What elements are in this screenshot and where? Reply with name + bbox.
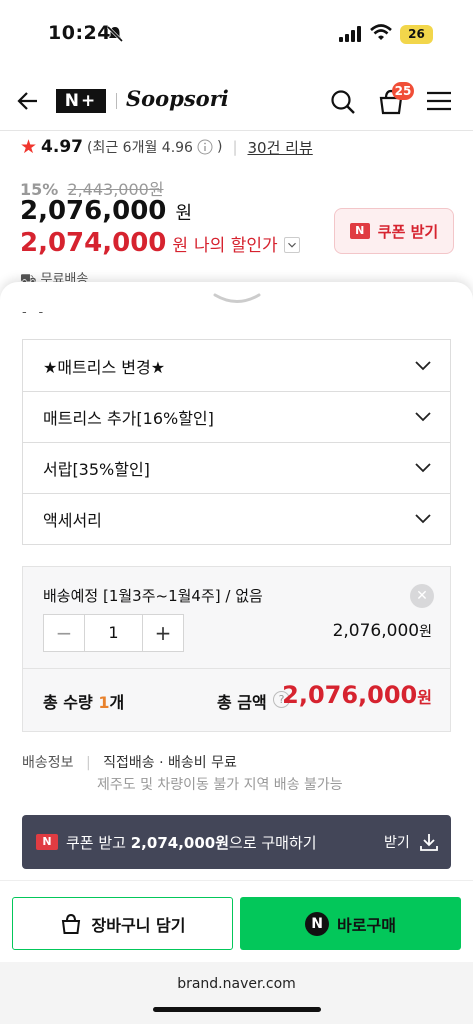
coupon-bar-suffix: 으로 구매하기	[229, 834, 317, 852]
buy-now-button[interactable]: N 바로구매	[240, 897, 461, 950]
naver-plus-logo[interactable]: N+	[56, 89, 106, 113]
naver-pay-icon: N	[305, 911, 330, 936]
app-header: N+ Soopsori 25	[0, 74, 473, 128]
quantity-plus-button[interactable]: +	[143, 615, 183, 651]
add-to-cart-button[interactable]: 장바구니 담기	[12, 897, 233, 950]
coupon-bar-amount: 2,074,000원	[130, 834, 230, 852]
line-price-unit: 원	[419, 624, 432, 640]
url-bar[interactable]: brand.naver.com	[0, 976, 473, 992]
shipping-note: 제주도 및 차량이동 불가 지역 배송 불가능	[97, 777, 343, 793]
chevron-down-icon[interactable]	[283, 237, 300, 253]
cart-count-badge: 25	[392, 82, 414, 100]
purchase-action-bar: 장바구니 담기 N 바로구매	[0, 880, 473, 962]
total-price-unit: 원	[417, 688, 432, 707]
recent-rating: (최근 6개월 4.96	[87, 140, 193, 156]
total-price: 2,076,000원	[282, 681, 432, 709]
option-label: ★매트리스 변경★	[43, 357, 166, 377]
quantity-value[interactable]: 1	[84, 615, 143, 651]
coupon-bar-prefix: 쿠폰 받고	[66, 834, 131, 852]
shipping-info: 배송정보 | 직접배송 · 배송비 무료	[22, 752, 237, 772]
my-price-value: 2,074,000	[20, 228, 167, 258]
remove-option-button[interactable]: ✕	[410, 584, 434, 608]
back-arrow-icon[interactable]	[16, 89, 40, 113]
status-bar: 10:24 26	[0, 0, 473, 64]
sheet-collapse-handle[interactable]	[213, 292, 261, 306]
quantity-minus-button[interactable]: −	[44, 615, 84, 651]
star-icon: ★	[20, 136, 38, 158]
chevron-down-icon	[415, 514, 431, 524]
add-to-cart-label: 장바구니 담기	[91, 915, 186, 935]
quantity-stepper: − 1 +	[43, 614, 184, 652]
total-quantity: 총 수량 1개	[43, 689, 124, 713]
option-label: 매트리스 추가[16%할인]	[43, 409, 214, 428]
shipping-info-text: 직접배송 · 배송비 무료	[103, 755, 237, 771]
my-price-unit: 원	[172, 236, 189, 256]
total-qty-unit: 개	[109, 693, 125, 712]
line-price-value: 2,076,000	[332, 621, 420, 641]
header-separator	[0, 130, 473, 131]
buy-now-label: 바로구매	[337, 915, 396, 935]
option-select[interactable]: 서랍[35%할인]	[23, 442, 450, 493]
selected-option-box: 배송예정 [1월3주~1월4주] / 없음 ✕ − 1 + 2,076,000원…	[22, 566, 451, 732]
divider	[23, 668, 450, 669]
coupon-bar-text: 쿠폰 받고 2,074,000원으로 구매하기	[66, 832, 317, 853]
my-price-label: 나의 할인가	[194, 236, 278, 256]
rating-score: 4.97	[41, 137, 83, 157]
coupon-button-label: 쿠폰 받기	[377, 222, 439, 241]
chevron-down-icon	[415, 360, 431, 370]
coupon-get-label[interactable]: 받기	[384, 832, 410, 852]
shopping-bag-icon	[61, 913, 80, 934]
header-divider	[116, 93, 117, 109]
option-label: 서랍[35%할인]	[43, 460, 150, 479]
shipping-separator: |	[85, 755, 91, 771]
reviews-link[interactable]: 30건 리뷰	[248, 137, 313, 158]
option-select[interactable]: 매트리스 추가[16%할인]	[23, 391, 450, 442]
menu-icon[interactable]	[427, 91, 451, 111]
download-icon[interactable]	[419, 832, 439, 852]
status-time: 10:24	[48, 22, 111, 44]
coupon-button[interactable]: N 쿠폰 받기	[334, 208, 454, 254]
search-icon[interactable]	[330, 89, 356, 115]
selected-option-name: 배송예정 [1월3주~1월4주] / 없음	[43, 587, 263, 605]
coupon-purchase-bar[interactable]: N 쿠폰 받고 2,074,000원으로 구매하기 받기	[22, 815, 451, 869]
signal-icon	[339, 26, 361, 42]
home-indicator[interactable]	[153, 1007, 321, 1012]
naver-coupon-icon: N	[349, 223, 370, 239]
rating-separator: |	[232, 138, 238, 156]
sale-price-value: 2,076,000	[20, 196, 167, 226]
total-price-label: 총 금액	[217, 693, 267, 712]
chevron-down-icon	[415, 463, 431, 473]
sale-price: 2,076,000 원	[20, 196, 192, 226]
option-list: ★매트리스 변경★ 매트리스 추가[16%할인] 서랍[35%할인] 액세서리	[22, 339, 451, 545]
option-bottom-sheet: - ' - ★매트리스 변경★ 매트리스 추가[16%할인] 서랍[35%할인]…	[0, 282, 473, 892]
rating-row: ★ 4.97 (최근 6개월 4.96 ) | 30건 리뷰	[20, 136, 313, 158]
chevron-down-icon	[415, 412, 431, 422]
bell-muted-icon	[106, 25, 124, 43]
option-label: 액세서리	[43, 511, 102, 530]
line-price: 2,076,000원	[333, 621, 432, 641]
hidden-heading-peek: - ' -	[22, 312, 44, 320]
sale-price-unit: 원	[175, 203, 193, 224]
total-qty-label: 총 수량	[43, 693, 99, 712]
shipping-info-label: 배송정보	[22, 755, 74, 771]
option-select[interactable]: ★매트리스 변경★	[23, 340, 450, 391]
recent-rating-close: )	[216, 139, 223, 155]
battery-indicator: 26	[400, 25, 433, 44]
wifi-icon	[370, 24, 392, 40]
naver-coupon-icon: N	[36, 834, 58, 850]
total-price-value: 2,076,000	[282, 681, 418, 709]
total-qty-value: 1	[98, 693, 110, 712]
option-select[interactable]: 액세서리	[23, 493, 450, 544]
browser-bottom-bar: brand.naver.com	[0, 962, 473, 1024]
info-icon[interactable]	[197, 139, 213, 155]
brand-name[interactable]: Soopsori	[126, 86, 229, 111]
my-discount-price: 2,074,000 원 나의 할인가	[20, 228, 300, 258]
